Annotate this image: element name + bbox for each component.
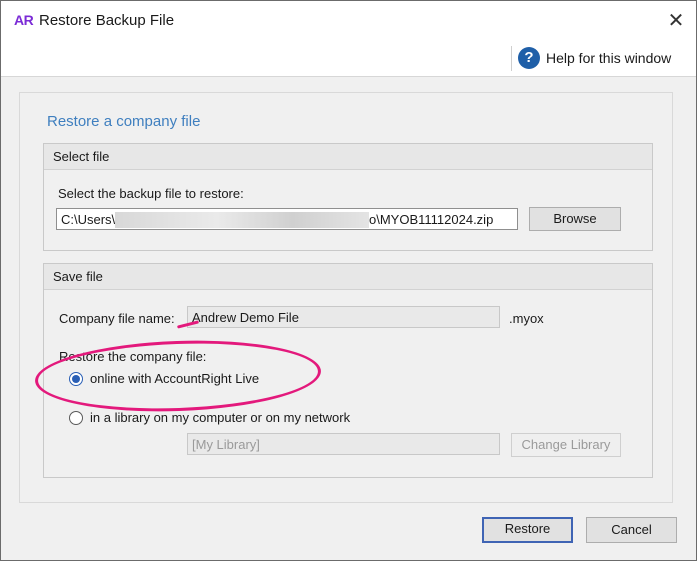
path-prefix: C:\Users\ [61,212,116,227]
section-heading: Restore a company file [47,113,201,130]
library-radio[interactable] [69,411,83,425]
help-question-icon: ? [518,47,540,69]
restore-button[interactable]: Restore [482,517,573,543]
browse-button[interactable]: Browse [529,207,621,231]
window-title: Restore Backup File [39,12,175,29]
file-extension-label: .myox [509,311,544,326]
restore-panel: Restore a company file Select file Selec… [19,92,673,503]
online-radio[interactable] [69,372,83,386]
library-option-label[interactable]: in a library on my computer or on my net… [90,410,350,425]
change-library-button[interactable]: Change Library [511,433,621,457]
title-bar: AR Restore Backup File ✕ [1,1,696,41]
restore-backup-dialog: AR Restore Backup File ✕ ? Help for this… [0,0,697,561]
online-option-label[interactable]: online with AccountRight Live [90,371,259,386]
redacted-path-segment [115,212,369,228]
close-icon[interactable]: ✕ [663,7,689,35]
save-file-group-title: Save file [44,264,652,290]
restore-location-label: Restore the company file: [59,349,207,364]
help-button-label: Help for this window [546,50,672,66]
select-file-group: Select file Select the backup file to re… [43,143,653,251]
help-button[interactable]: ? Help for this window [518,45,671,71]
path-suffix: o\MYOB11112024.zip [369,209,494,229]
library-path-field[interactable]: [My Library] [187,433,500,455]
company-file-name-field[interactable]: Andrew Demo File [187,306,500,328]
toolbar-divider [511,46,512,71]
cancel-button[interactable]: Cancel [586,517,677,543]
backup-file-path-field[interactable]: C:\Users\ o\MYOB11112024.zip [56,208,518,230]
backup-file-prompt: Select the backup file to restore: [58,186,244,201]
help-toolbar: ? Help for this window [1,41,696,77]
company-file-name-label: Company file name: [59,311,175,326]
select-file-group-title: Select file [44,144,652,170]
accountright-logo-icon: AR [14,12,34,28]
save-file-group: Save file Company file name: Andrew Demo… [43,263,653,478]
